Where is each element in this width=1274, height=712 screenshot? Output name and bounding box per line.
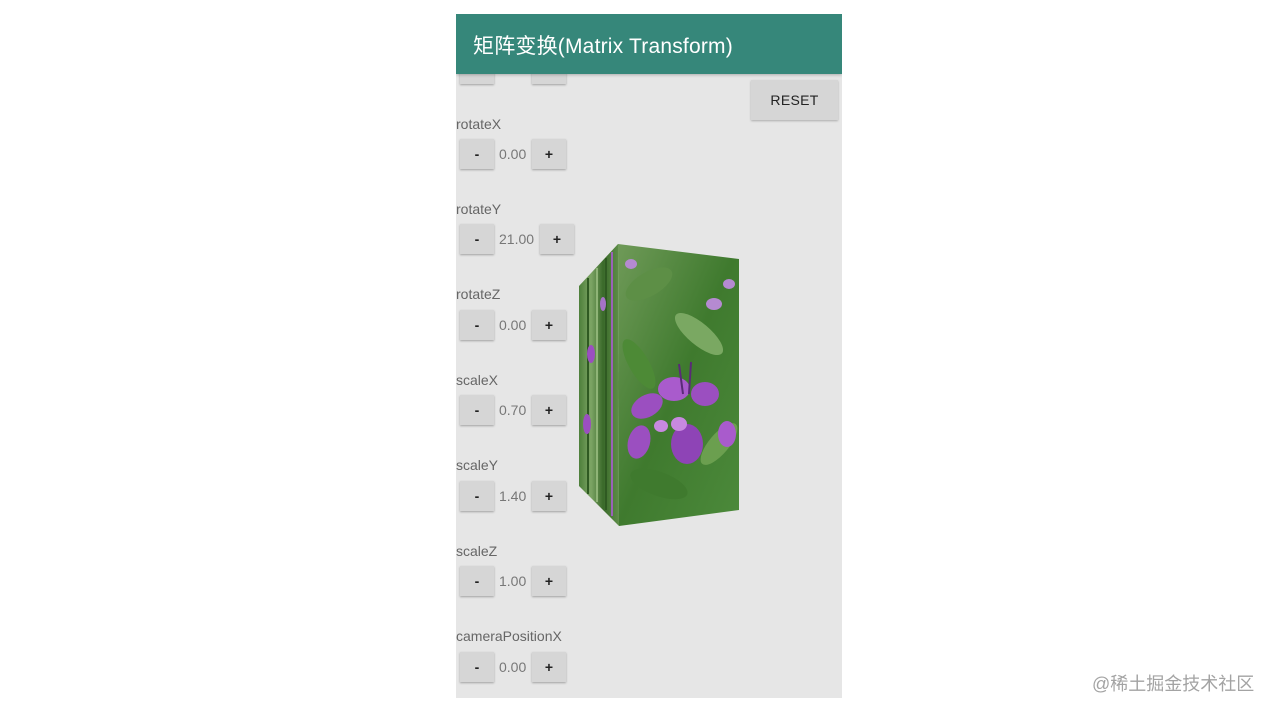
scaley-decrement-button[interactable]: -: [460, 481, 494, 511]
controls-panel[interactable]: - + RESET rotateX - 0.00 + rotateY - 21.…: [456, 74, 842, 698]
scalex-decrement-button[interactable]: -: [460, 395, 494, 425]
rotatey-label: rotateY: [456, 201, 502, 217]
phone-screen: 矩阵变换(Matrix Transform) - + RESET rotateX…: [456, 14, 842, 698]
scalex-label: scaleX: [456, 372, 499, 388]
scalez-decrement-button[interactable]: -: [460, 566, 494, 596]
rotatez-label: rotateZ: [456, 286, 501, 302]
camera-position-x-increment-button[interactable]: +: [532, 652, 566, 682]
scaley-increment-button[interactable]: +: [532, 481, 566, 511]
reset-button[interactable]: RESET: [751, 80, 838, 120]
camera-position-x-decrement-button[interactable]: -: [460, 652, 494, 682]
camera-position-x-label: cameraPositionX: [456, 628, 562, 644]
camera-position-x-value: 0.00: [499, 659, 527, 675]
watermark-text: @稀土掘金技术社区: [1092, 674, 1255, 694]
rotatex-decrement-button[interactable]: -: [460, 139, 494, 169]
rotatex-increment-button[interactable]: +: [532, 139, 566, 169]
partial-decrement-button[interactable]: -: [460, 74, 494, 84]
app-title: 矩阵变换(Matrix Transform): [473, 35, 733, 58]
rotatex-label: rotateX: [456, 116, 502, 132]
scaley-value: 1.40: [499, 488, 527, 504]
rotatey-decrement-button[interactable]: -: [460, 224, 494, 254]
scalez-label: scaleZ: [456, 543, 498, 559]
scaley-label: scaleY: [456, 457, 499, 473]
app-bar: 矩阵变换(Matrix Transform): [456, 14, 842, 74]
scalex-increment-button[interactable]: +: [532, 395, 566, 425]
rotatez-increment-button[interactable]: +: [532, 310, 566, 340]
partial-increment-button[interactable]: +: [532, 74, 566, 84]
rotatey-increment-button[interactable]: +: [540, 224, 574, 254]
rotatez-value: 0.00: [499, 317, 527, 333]
rotatex-value: 0.00: [499, 146, 527, 162]
scalez-increment-button[interactable]: +: [532, 566, 566, 596]
scalez-value: 1.00: [499, 573, 527, 589]
scalex-value: 0.70: [499, 402, 527, 418]
rotatey-value: 21.00: [499, 231, 535, 247]
transformed-flower-image: [579, 244, 739, 526]
rotatez-decrement-button[interactable]: -: [460, 310, 494, 340]
